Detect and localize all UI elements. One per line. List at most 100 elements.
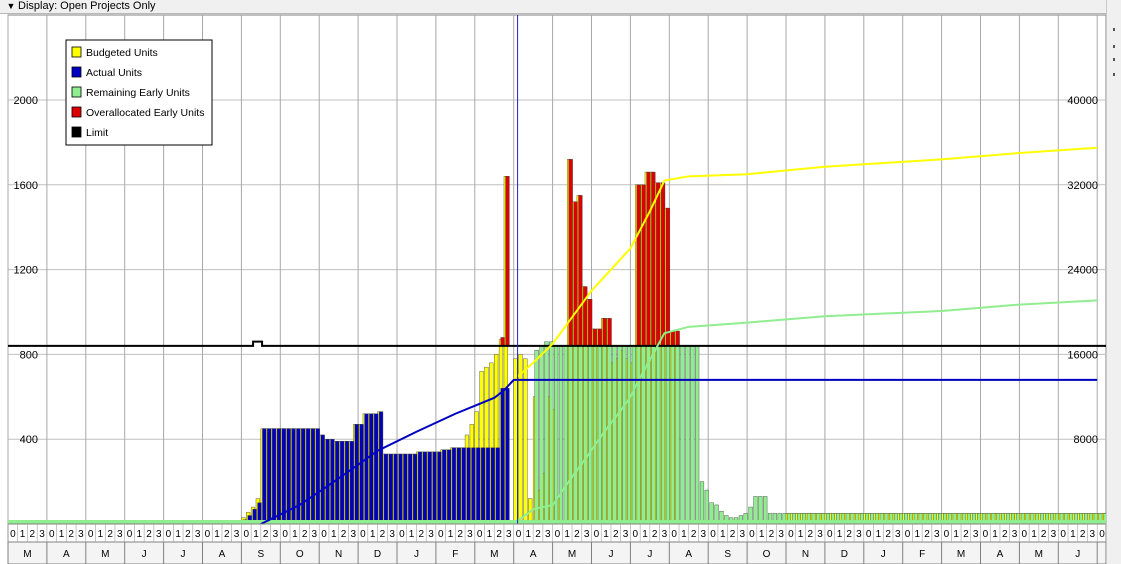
remaining-bar bbox=[675, 345, 680, 525]
week-tick-label: 1 bbox=[448, 529, 454, 540]
overallocated-bar bbox=[588, 299, 593, 347]
week-tick-label: 3 bbox=[778, 529, 784, 540]
week-tick-label: 1 bbox=[175, 529, 181, 540]
week-tick-label: 0 bbox=[944, 529, 950, 540]
week-tick-label: 2 bbox=[1041, 529, 1047, 540]
week-tick-label: 2 bbox=[457, 529, 463, 540]
actual-bar bbox=[315, 428, 320, 525]
week-tick-label: 0 bbox=[749, 529, 755, 540]
week-tick-label: 1 bbox=[798, 529, 804, 540]
week-tick-label: 2 bbox=[846, 529, 852, 540]
remaining-bar bbox=[763, 496, 768, 525]
week-tick-label: 1 bbox=[876, 529, 882, 540]
week-tick-label: 2 bbox=[302, 529, 308, 540]
week-tick-label: 1 bbox=[137, 529, 143, 540]
actual-bar bbox=[267, 428, 272, 525]
month-tick-label: J bbox=[647, 549, 652, 560]
remaining-bar bbox=[699, 481, 705, 525]
week-tick-label: 1 bbox=[564, 529, 570, 540]
actual-bar bbox=[432, 451, 437, 525]
y-left-tick-label: 1200 bbox=[14, 265, 38, 277]
month-tick-label: A bbox=[685, 549, 692, 560]
week-tick-label: 3 bbox=[1012, 529, 1018, 540]
scroll-tick bbox=[1113, 28, 1115, 31]
week-tick-label: 0 bbox=[321, 529, 327, 540]
week-tick-label: 2 bbox=[185, 529, 191, 540]
remaining-bar bbox=[583, 345, 588, 525]
week-tick-label: 0 bbox=[1021, 529, 1027, 540]
month-tick-label: M bbox=[957, 549, 965, 560]
overallocated-bar bbox=[607, 318, 612, 347]
week-tick-label: 1 bbox=[603, 529, 609, 540]
remaining-bar bbox=[704, 489, 709, 525]
week-tick-label: 2 bbox=[68, 529, 74, 540]
week-tick-label: 2 bbox=[885, 529, 891, 540]
week-tick-label: 1 bbox=[642, 529, 648, 540]
budgeted-bar bbox=[513, 358, 518, 525]
scroll-tick bbox=[1113, 73, 1115, 76]
y-left-tick-label: 2000 bbox=[14, 95, 38, 107]
week-tick-label: 1 bbox=[98, 529, 104, 540]
actual-bar bbox=[359, 424, 364, 525]
week-tick-label: 0 bbox=[88, 529, 94, 540]
remaining-bar bbox=[695, 345, 700, 525]
actual-bar bbox=[505, 388, 510, 525]
month-tick-label: M bbox=[1035, 549, 1043, 560]
week-tick-label: 0 bbox=[49, 529, 55, 540]
week-tick-label: 0 bbox=[1060, 529, 1066, 540]
remaining-bar bbox=[651, 345, 656, 525]
week-tick-label: 2 bbox=[613, 529, 619, 540]
week-tick-label: 2 bbox=[730, 529, 736, 540]
week-tick-label: 3 bbox=[1090, 529, 1096, 540]
scroll-tick bbox=[1113, 45, 1115, 48]
actual-bar bbox=[388, 453, 393, 525]
legend-label: Actual Units bbox=[86, 67, 142, 79]
actual-bar bbox=[369, 413, 374, 525]
month-tick-label: J bbox=[1075, 549, 1080, 560]
actual-bar bbox=[398, 453, 403, 525]
week-tick-label: 0 bbox=[166, 529, 172, 540]
remaining-bar bbox=[656, 345, 661, 525]
week-tick-label: 2 bbox=[224, 529, 230, 540]
remaining-bar bbox=[660, 345, 666, 525]
week-tick-label: 2 bbox=[263, 529, 269, 540]
right-scroll-strip[interactable] bbox=[1106, 0, 1121, 564]
week-tick-label: 1 bbox=[759, 529, 765, 540]
month-tick-label: J bbox=[181, 549, 186, 560]
week-tick-label: 1 bbox=[331, 529, 337, 540]
actual-bar bbox=[271, 428, 277, 525]
month-tick-label: O bbox=[296, 549, 304, 560]
overallocated-bar bbox=[641, 184, 646, 347]
month-tick-label: A bbox=[530, 549, 537, 560]
month-tick-label: M bbox=[101, 549, 109, 560]
actual-bar bbox=[325, 439, 330, 525]
legend-label: Remaining Early Units bbox=[86, 87, 190, 99]
week-tick-label: 1 bbox=[20, 529, 26, 540]
legend-swatch bbox=[71, 46, 82, 58]
actual-bar bbox=[340, 441, 345, 525]
month-tick-label: M bbox=[23, 549, 31, 560]
overallocated-bar bbox=[665, 207, 671, 347]
y-right-tick-label: 40000 bbox=[1067, 95, 1098, 107]
week-tick-label: 0 bbox=[438, 529, 444, 540]
week-tick-label: 3 bbox=[739, 529, 745, 540]
week-tick-label: 0 bbox=[127, 529, 133, 540]
actual-bar bbox=[349, 441, 354, 525]
week-tick-label: 2 bbox=[963, 529, 969, 540]
month-tick-label: S bbox=[258, 549, 265, 560]
week-tick-label: 0 bbox=[555, 529, 561, 540]
remaining-bar bbox=[631, 345, 636, 525]
actual-bar bbox=[335, 441, 340, 525]
actual-bar bbox=[456, 447, 461, 525]
week-tick-label: 3 bbox=[701, 529, 707, 540]
week-tick-label: 3 bbox=[350, 529, 356, 540]
week-tick-label: 0 bbox=[671, 529, 677, 540]
week-tick-label: 0 bbox=[477, 529, 483, 540]
actual-bar bbox=[422, 451, 427, 525]
resource-histogram-chart: 4008001200160020008000160002400032000400… bbox=[7, 14, 1106, 564]
actual-bar bbox=[427, 451, 432, 525]
week-tick-label: 0 bbox=[205, 529, 211, 540]
week-tick-label: 2 bbox=[30, 529, 36, 540]
actual-bar bbox=[374, 413, 379, 525]
month-tick-label: A bbox=[63, 549, 70, 560]
